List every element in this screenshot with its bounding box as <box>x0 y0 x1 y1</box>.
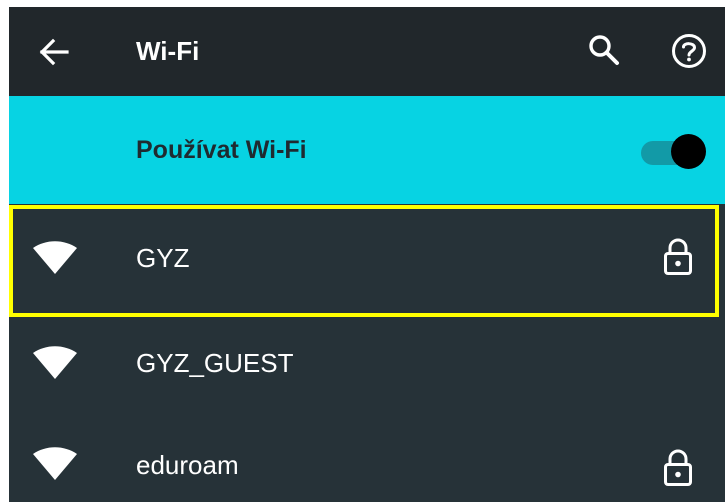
network-row-gyz[interactable]: GYZ <box>9 205 725 311</box>
lock-icon <box>661 238 695 276</box>
toolbar: Wi-Fi <box>9 7 725 96</box>
network-row-gyz-guest[interactable]: GYZ_GUEST <box>9 311 725 417</box>
network-ssid: GYZ <box>136 243 190 273</box>
network-ssid: GYZ_GUEST <box>136 348 294 378</box>
network-ssid: eduroam <box>136 450 239 480</box>
search-icon[interactable] <box>587 33 621 67</box>
wifi-signal-icon <box>32 241 78 275</box>
wifi-signal-icon <box>32 447 78 481</box>
wifi-settings-screen: Wi-Fi Používat Wi-Fi GYZ GYZ_GUEST eduro… <box>9 7 725 502</box>
page-title: Wi-Fi <box>136 36 200 66</box>
help-icon[interactable] <box>670 32 708 70</box>
wifi-toggle-switch[interactable] <box>641 134 706 169</box>
lock-icon <box>661 449 695 487</box>
back-arrow-icon[interactable] <box>37 35 71 69</box>
wifi-signal-icon <box>32 346 78 380</box>
toggle-thumb <box>671 134 706 169</box>
wifi-master-switch-label: Používat Wi-Fi <box>136 136 307 164</box>
network-row-eduroam[interactable]: eduroam <box>9 409 725 502</box>
wifi-master-switch-row[interactable]: Používat Wi-Fi <box>9 96 725 204</box>
